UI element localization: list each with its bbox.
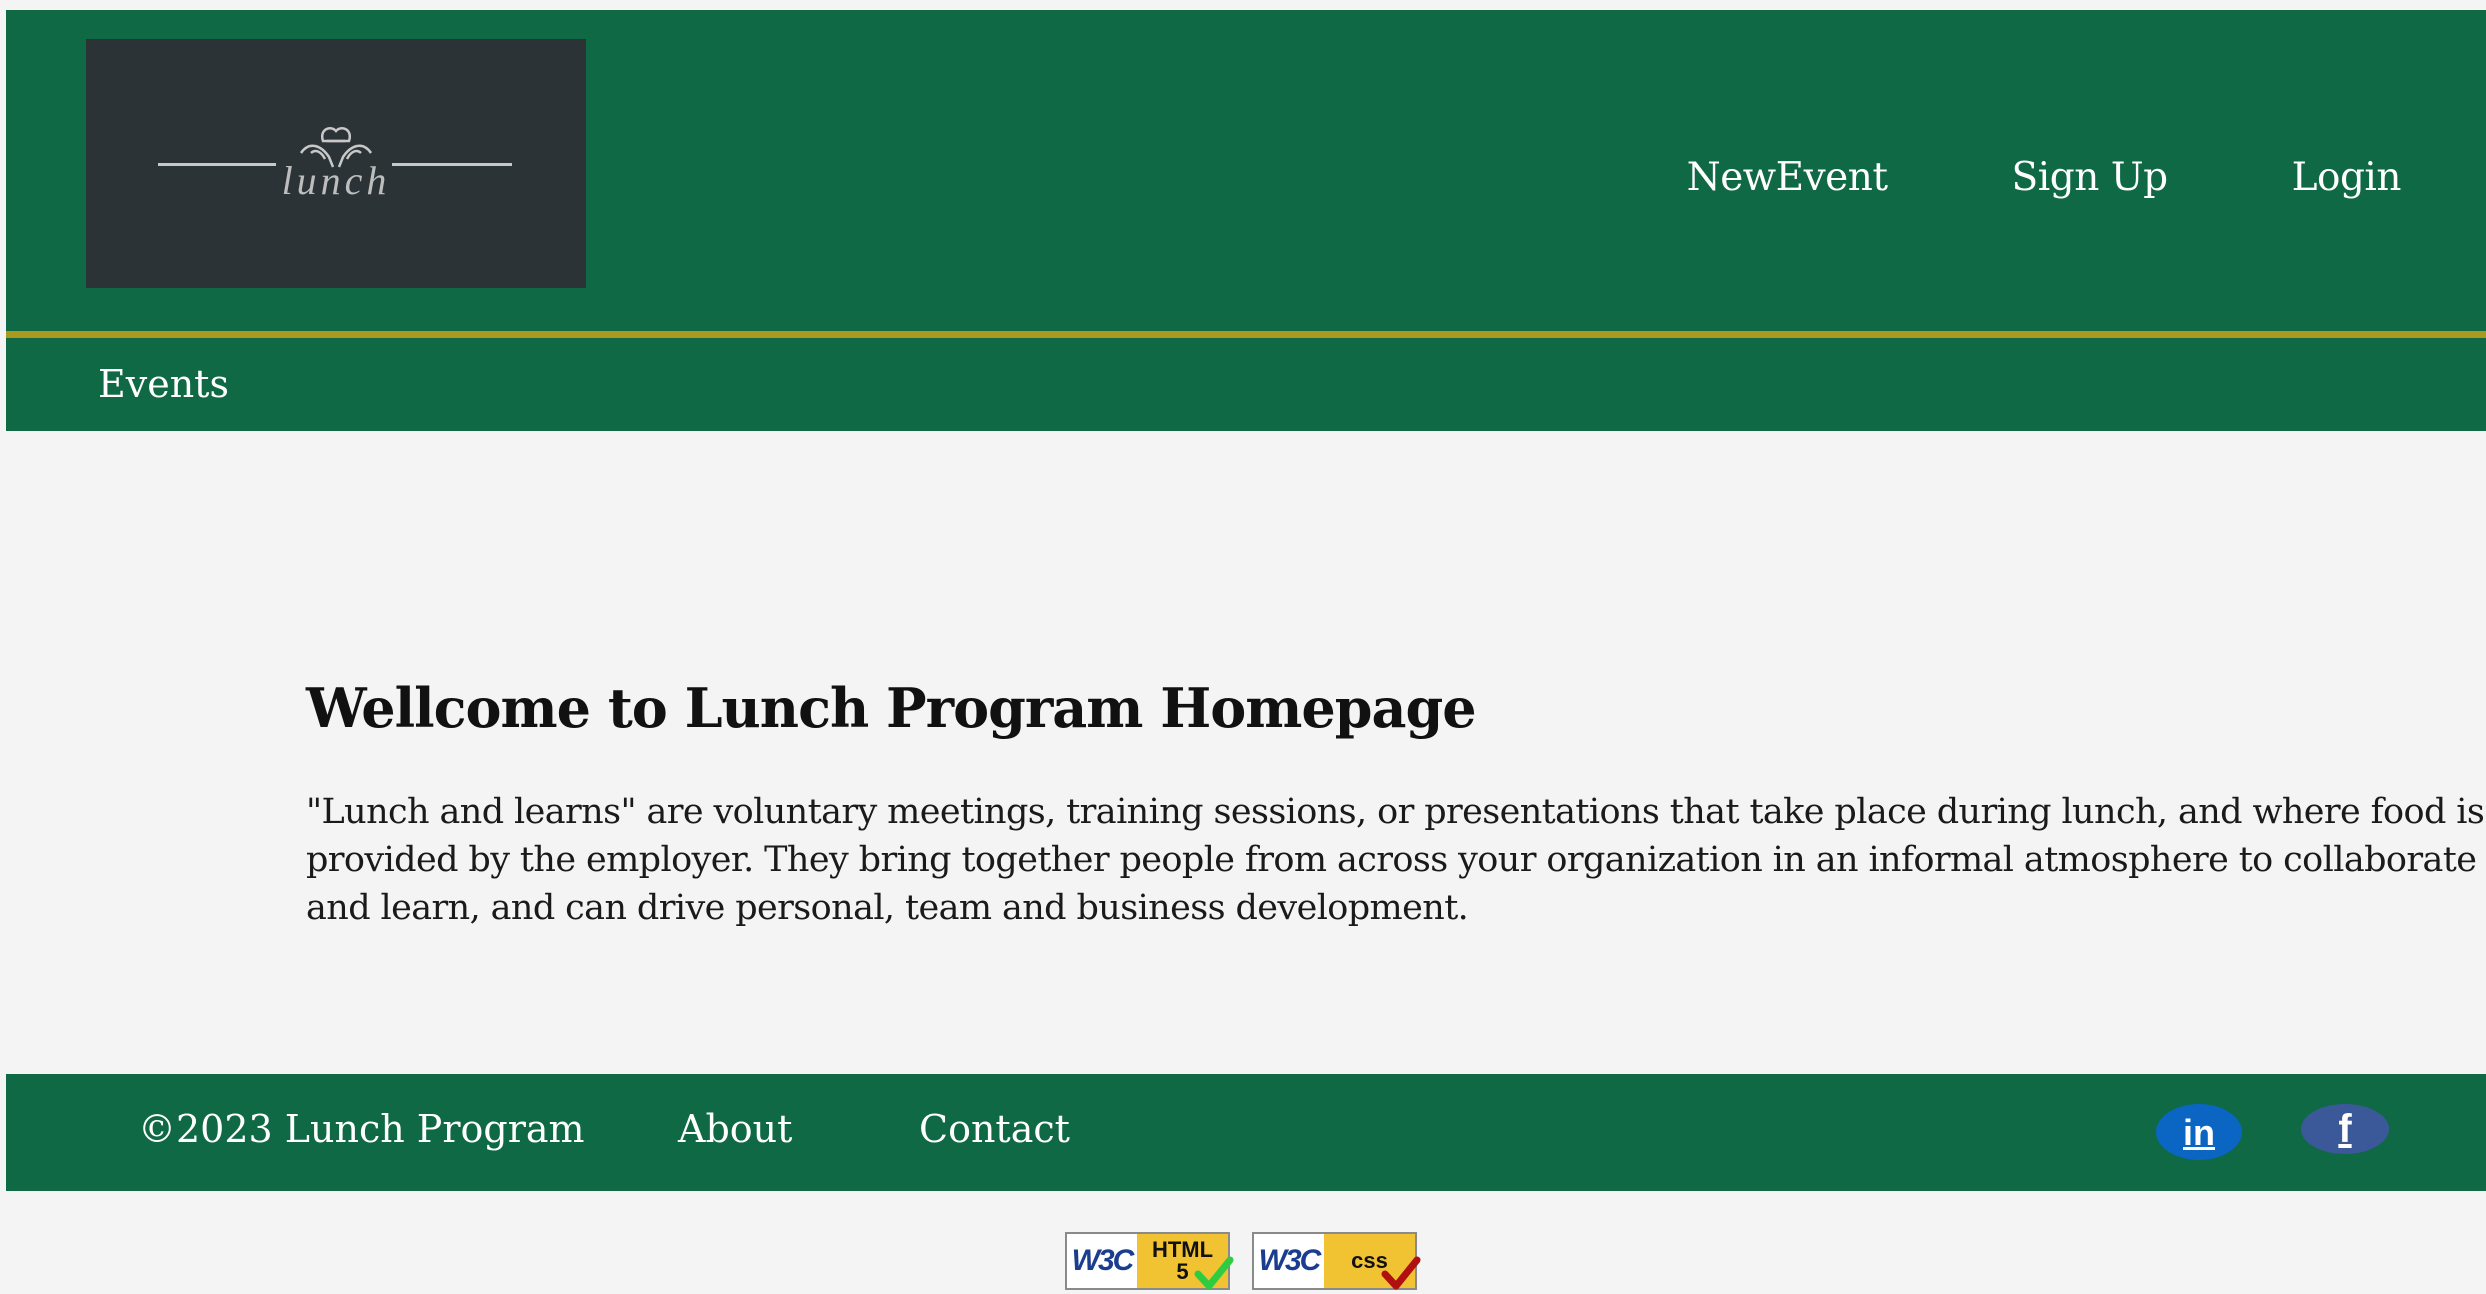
main-content: Wellcome to Lunch Program Homepage "Lunc… <box>306 676 2486 932</box>
nav-new-event[interactable]: NewEvent <box>1687 155 1888 200</box>
logo-text: lunch <box>281 158 391 203</box>
facebook-icon[interactable]: f <box>2301 1104 2389 1154</box>
copyright-text: ©2023 Lunch Program <box>138 1107 585 1151</box>
site-logo[interactable]: lunch <box>86 39 586 288</box>
nav-events[interactable]: Events <box>98 362 229 406</box>
badge-org: W3C <box>1258 1244 1322 1277</box>
footer-link-contact[interactable]: Contact <box>919 1107 1070 1151</box>
intro-paragraph: "Lunch and learns" are voluntary meeting… <box>306 792 2485 928</box>
w3c-html5-badge[interactable]: W3C HTML 5 <box>1065 1232 1234 1290</box>
header-divider <box>6 331 2486 338</box>
site-header: lunch NewEvent Sign Up Login <box>6 10 2486 331</box>
badge-kind-line2: 5 <box>1176 1259 1189 1284</box>
green-check-icon <box>1194 1256 1234 1290</box>
main-nav: NewEvent Sign Up Login <box>1563 155 2402 200</box>
w3c-css-badge[interactable]: W3C css <box>1252 1232 1421 1290</box>
red-check-icon <box>1381 1256 1421 1290</box>
page-title: Wellcome to Lunch Program Homepage <box>306 676 1477 740</box>
validation-badges: W3C HTML 5 W3C css <box>1065 1232 1421 1290</box>
badge-org: W3C <box>1071 1244 1135 1277</box>
page: lunch NewEvent Sign Up Login Events Well… <box>0 0 2486 1294</box>
linkedin-icon[interactable]: in <box>2156 1104 2242 1160</box>
nav-login[interactable]: Login <box>2292 155 2402 200</box>
footer-link-about[interactable]: About <box>678 1107 792 1151</box>
sub-nav: Events <box>6 338 2486 431</box>
nav-sign-up[interactable]: Sign Up <box>2012 155 2169 200</box>
site-footer: ©2023 Lunch Program About Contact in f <box>6 1074 2486 1191</box>
